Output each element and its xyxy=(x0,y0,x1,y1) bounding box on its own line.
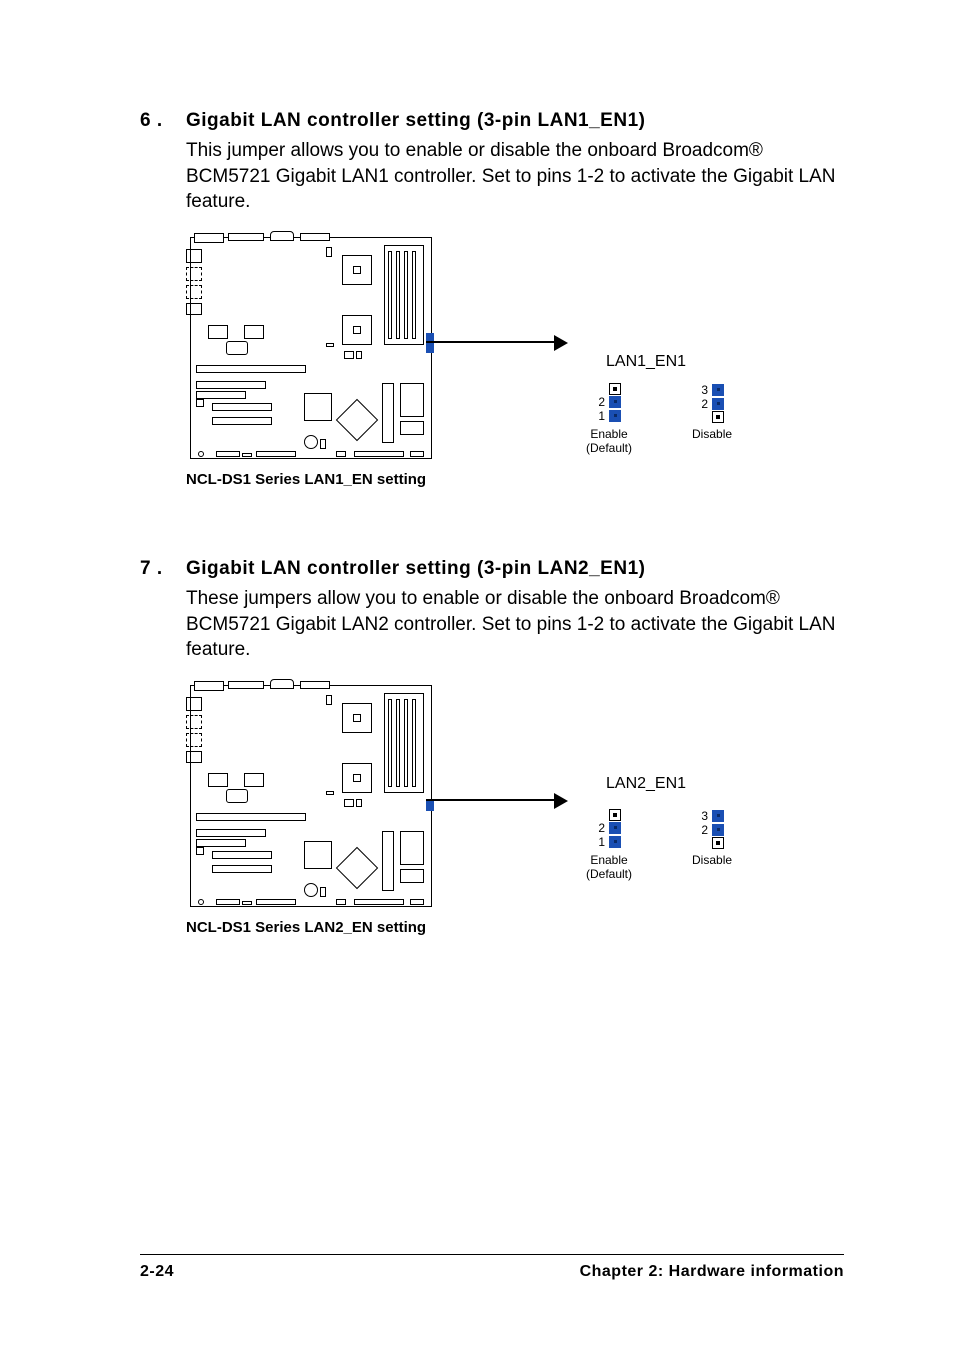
section-title: Gigabit LAN controller setting (3-pin LA… xyxy=(186,558,645,580)
arrow-icon xyxy=(426,799,556,801)
jumper-label: LAN2_EN1 xyxy=(606,775,686,793)
jumper-disable: 3 2 Disable xyxy=(692,383,732,456)
arrow-and-jumper-detail: LAN1_EN1 2 1 Enable (Default) xyxy=(436,233,844,463)
pin-icon xyxy=(609,809,621,821)
arrow-icon xyxy=(426,341,556,343)
figure: LAN2_EN1 2 1 Enable (Default) xyxy=(186,681,844,936)
pin-icon xyxy=(609,822,621,834)
disable-label: Disable xyxy=(692,427,732,441)
enable-sublabel: (Default) xyxy=(586,867,632,881)
pin-icon xyxy=(712,837,724,849)
heading-row: 6 . Gigabit LAN controller setting (3-pi… xyxy=(140,110,844,132)
figure-caption: NCL-DS1 Series LAN1_EN setting xyxy=(186,471,844,488)
enable-sublabel: (Default) xyxy=(586,441,632,455)
figure: LAN1_EN1 2 1 Enable (Default) xyxy=(186,233,844,488)
chapter-label: Chapter 2: Hardware information xyxy=(580,1263,844,1281)
section-6: 6 . Gigabit LAN controller setting (3-pi… xyxy=(140,110,844,488)
arrow-head-icon xyxy=(554,335,568,351)
pin-icon xyxy=(712,398,724,410)
pin-icon xyxy=(609,836,621,848)
pin-icon xyxy=(712,810,724,822)
jumper-enable: 2 1 Enable (Default) xyxy=(586,809,632,882)
disable-label: Disable xyxy=(692,853,732,867)
arrow-and-jumper-detail: LAN2_EN1 2 1 Enable (Default) xyxy=(436,681,844,911)
motherboard-diagram xyxy=(186,681,436,911)
pin-icon xyxy=(712,824,724,836)
motherboard-diagram xyxy=(186,233,436,463)
heading-row: 7 . Gigabit LAN controller setting (3-pi… xyxy=(140,558,844,580)
enable-label: Enable xyxy=(586,853,632,867)
jumper-enable: 2 1 Enable (Default) xyxy=(586,383,632,456)
pin-icon xyxy=(609,396,621,408)
jumper-label: LAN1_EN1 xyxy=(606,353,686,371)
pin-icon xyxy=(609,383,621,395)
section-title: Gigabit LAN controller setting (3-pin LA… xyxy=(186,110,645,132)
enable-label: Enable xyxy=(586,427,632,441)
page-number: 2-24 xyxy=(140,1263,174,1281)
pin-icon xyxy=(712,411,724,423)
section-number: 7 . xyxy=(140,558,186,580)
section-body: These jumpers allow you to enable or dis… xyxy=(186,586,844,663)
pin-icon xyxy=(712,384,724,396)
pin-icon xyxy=(609,410,621,422)
section-body: This jumper allows you to enable or disa… xyxy=(186,138,844,215)
section-7: 7 . Gigabit LAN controller setting (3-pi… xyxy=(140,558,844,936)
arrow-head-icon xyxy=(554,793,568,809)
page-footer: 2-24 Chapter 2: Hardware information xyxy=(140,1254,844,1281)
figure-caption: NCL-DS1 Series LAN2_EN setting xyxy=(186,919,844,936)
section-number: 6 . xyxy=(140,110,186,132)
jumper-disable: 3 2 Disable xyxy=(692,809,732,882)
